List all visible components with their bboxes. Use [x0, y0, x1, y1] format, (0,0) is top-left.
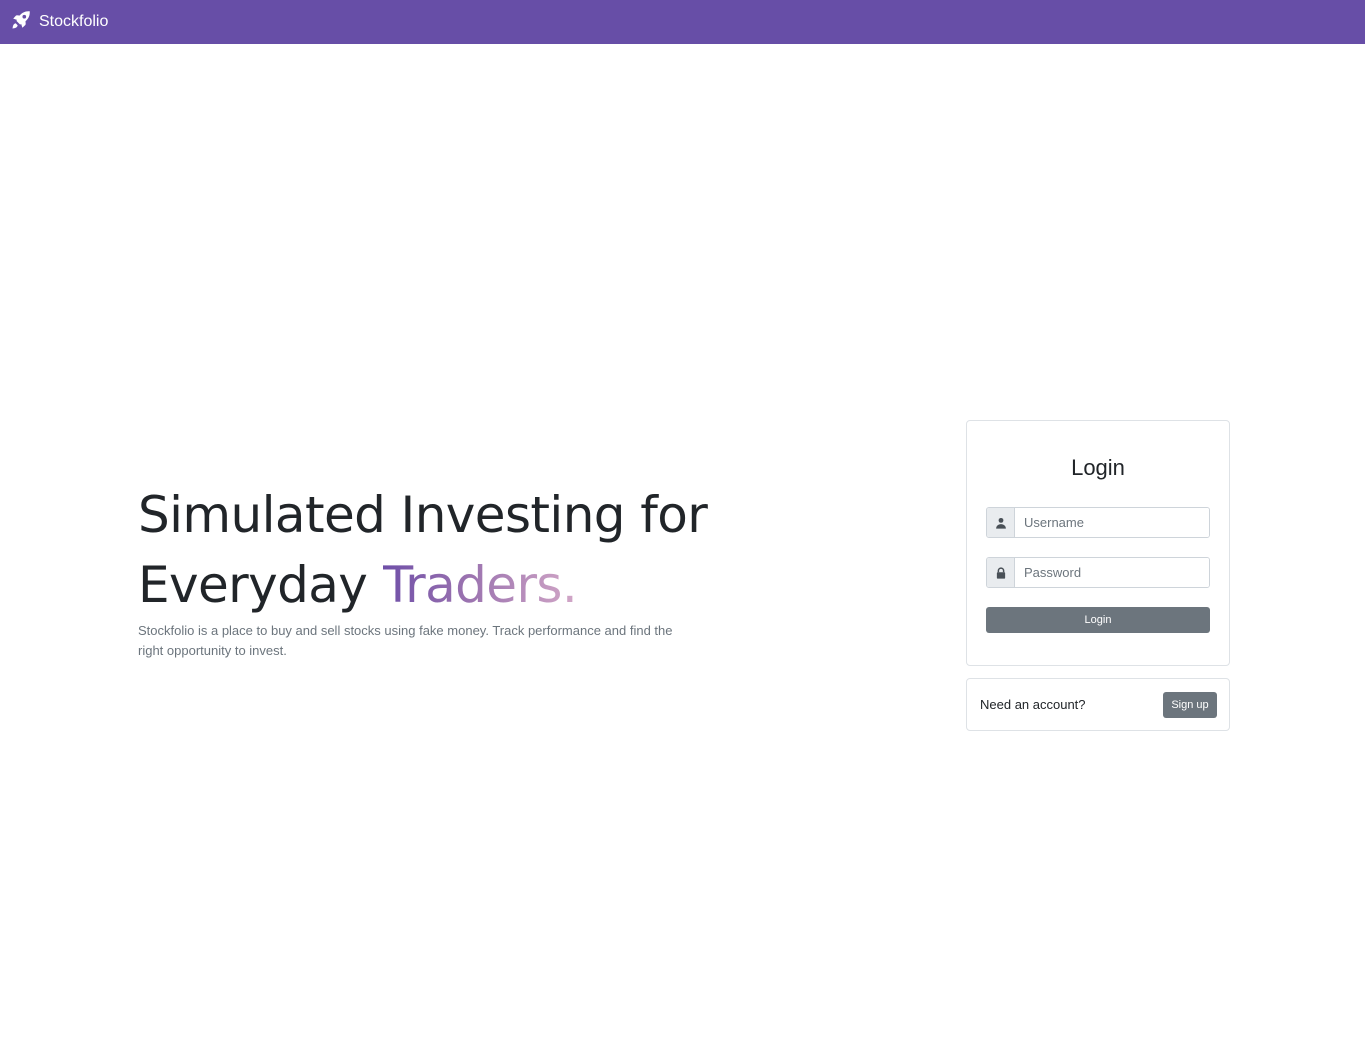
login-title: Login — [1071, 455, 1125, 480]
signup-prompt: Need an account? — [980, 697, 1086, 712]
brand-link[interactable]: Stockfolio — [10, 9, 108, 36]
headline-line-1: Simulated Investing for — [138, 486, 708, 544]
hero-description: Stockfolio is a place to buy and sell st… — [138, 623, 673, 658]
hero-section: Simulated Investing for Everyday Traders… — [138, 480, 758, 661]
headline-accent-word: Traders. — [382, 556, 578, 614]
login-button[interactable]: Login — [986, 607, 1210, 633]
user-icon — [987, 508, 1015, 537]
password-input-group — [986, 557, 1210, 588]
login-card: Login Login — [966, 420, 1230, 666]
username-input[interactable] — [1015, 508, 1209, 537]
hero-headline: Simulated Investing for Everyday Traders… — [138, 480, 758, 620]
rocket-icon — [10, 9, 39, 36]
username-input-group — [986, 507, 1210, 538]
signup-button[interactable]: Sign up — [1163, 692, 1217, 718]
top-navbar: Stockfolio — [0, 0, 1365, 44]
signup-card: Need an account? Sign up — [966, 678, 1230, 731]
lock-icon — [987, 558, 1015, 587]
brand-name: Stockfolio — [39, 13, 109, 30]
password-input[interactable] — [1015, 558, 1209, 587]
headline-line-2-prefix: Everyday — [138, 556, 383, 614]
